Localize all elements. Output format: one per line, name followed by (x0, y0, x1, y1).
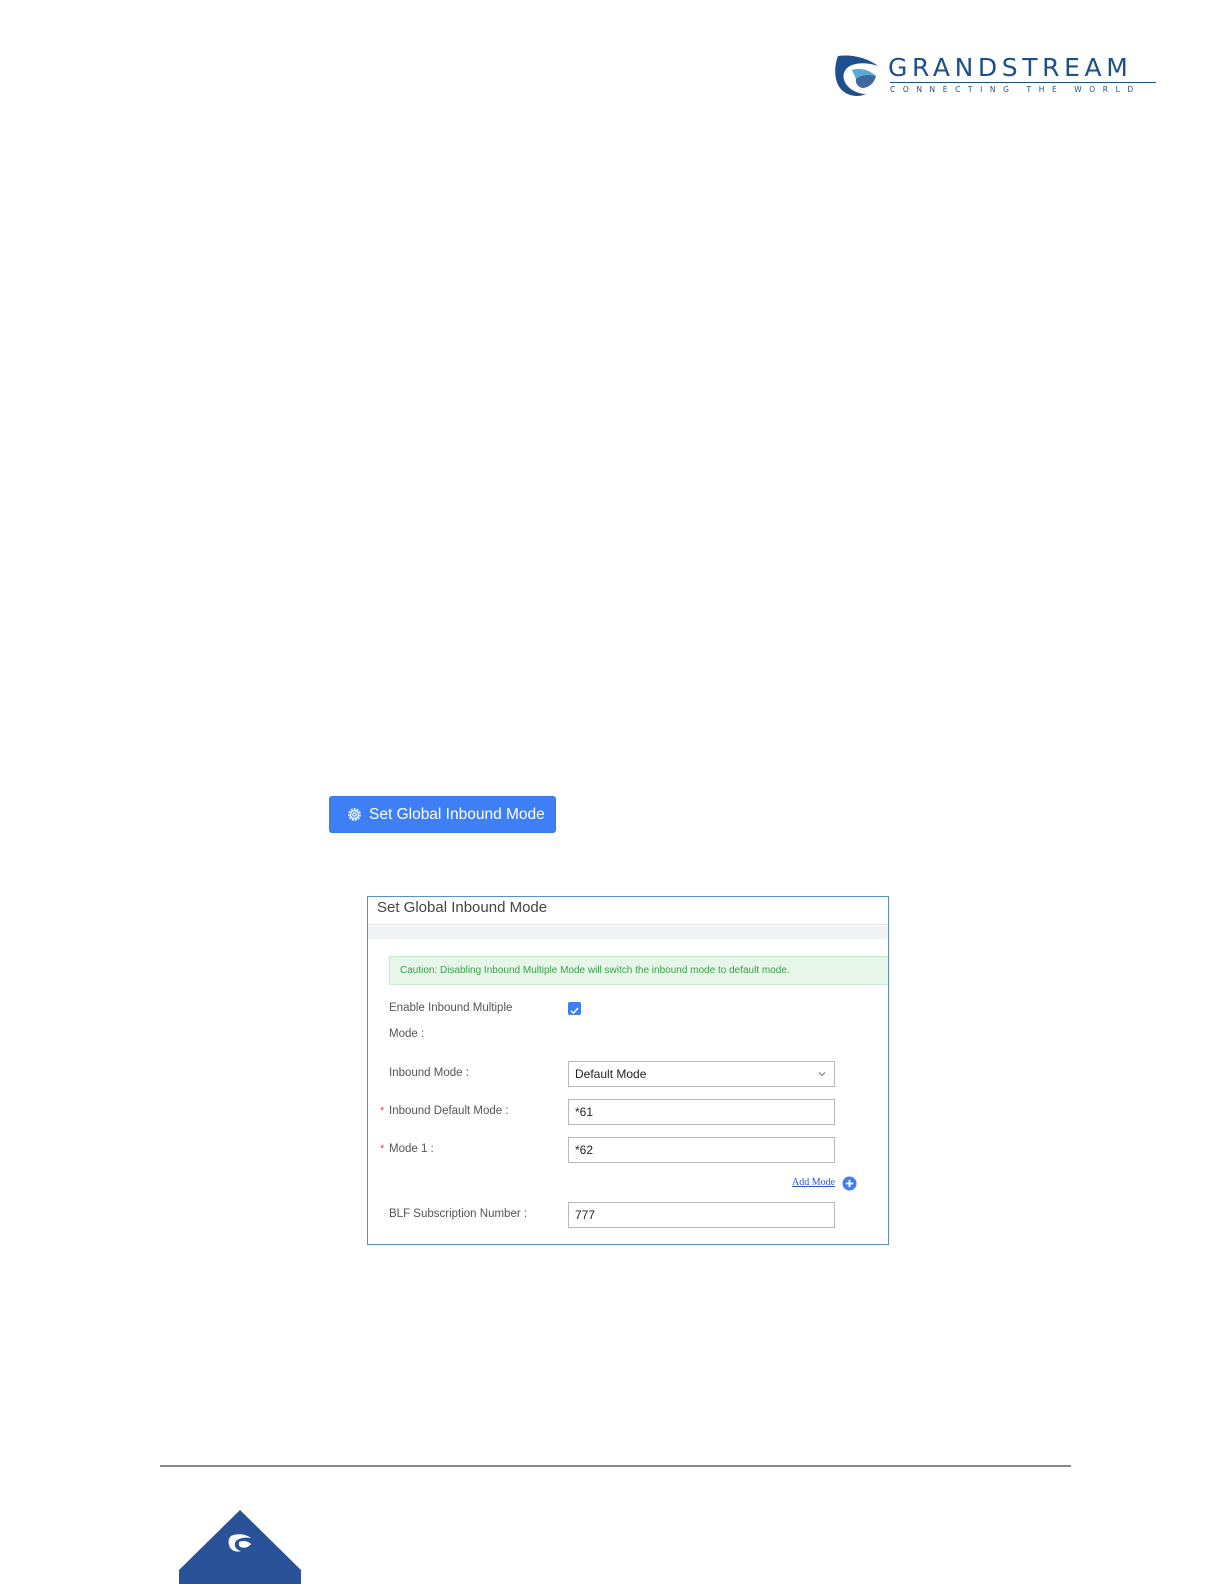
brand-divider (890, 82, 1156, 83)
title-divider (368, 924, 888, 925)
caution-message: Caution: Disabling Inbound Multiple Mode… (389, 956, 888, 985)
blf-subscription-number-label: BLF Subscription Number : (389, 1208, 528, 1220)
required-marker: * (380, 1143, 385, 1155)
brand-name: GRANDSTREAM (888, 53, 1133, 82)
chevron-down-icon (818, 1072, 826, 1077)
checkmark-icon (570, 1007, 579, 1015)
header-band (368, 926, 888, 939)
add-mode-link[interactable]: Add Mode (792, 1177, 835, 1188)
inbound-mode-label: Inbound Mode : (389, 1067, 469, 1079)
plus-circle-icon[interactable] (842, 1176, 857, 1191)
grandstream-logo-icon (835, 55, 878, 96)
brand-logo: GRANDSTREAM CONNECTING THE WORLD (832, 54, 1162, 100)
gear-icon (348, 808, 361, 821)
inbound-mode-value: Default Mode (575, 1067, 647, 1081)
mode1-label: Mode 1 : (389, 1143, 434, 1155)
blf-subscription-number-input[interactable]: 777 (568, 1202, 835, 1228)
enable-multiple-mode-checkbox[interactable] (568, 1002, 581, 1015)
footer-divider (160, 1465, 1071, 1467)
enable-multiple-mode-label-line2: Mode : (389, 1028, 425, 1040)
set-global-inbound-mode-button[interactable]: Set Global Inbound Mode (329, 796, 556, 833)
inbound-mode-select[interactable]: Default Mode (568, 1061, 835, 1087)
brand-tagline: CONNECTING THE WORLD (890, 85, 1141, 94)
required-marker: * (380, 1105, 385, 1117)
inbound-default-mode-input[interactable]: *61 (568, 1099, 835, 1125)
set-global-inbound-mode-label: Set Global Inbound Mode (369, 805, 545, 823)
set-global-inbound-mode-dialog: Set Global Inbound Mode Caution: Disabli… (367, 896, 889, 1245)
mode1-input[interactable]: *62 (568, 1137, 835, 1163)
inbound-default-mode-label: Inbound Default Mode : (389, 1105, 509, 1117)
dialog-title: Set Global Inbound Mode (377, 899, 548, 916)
enable-multiple-mode-label-line1: Enable Inbound Multiple (389, 1002, 513, 1014)
footer-logo-icon (179, 1510, 301, 1584)
